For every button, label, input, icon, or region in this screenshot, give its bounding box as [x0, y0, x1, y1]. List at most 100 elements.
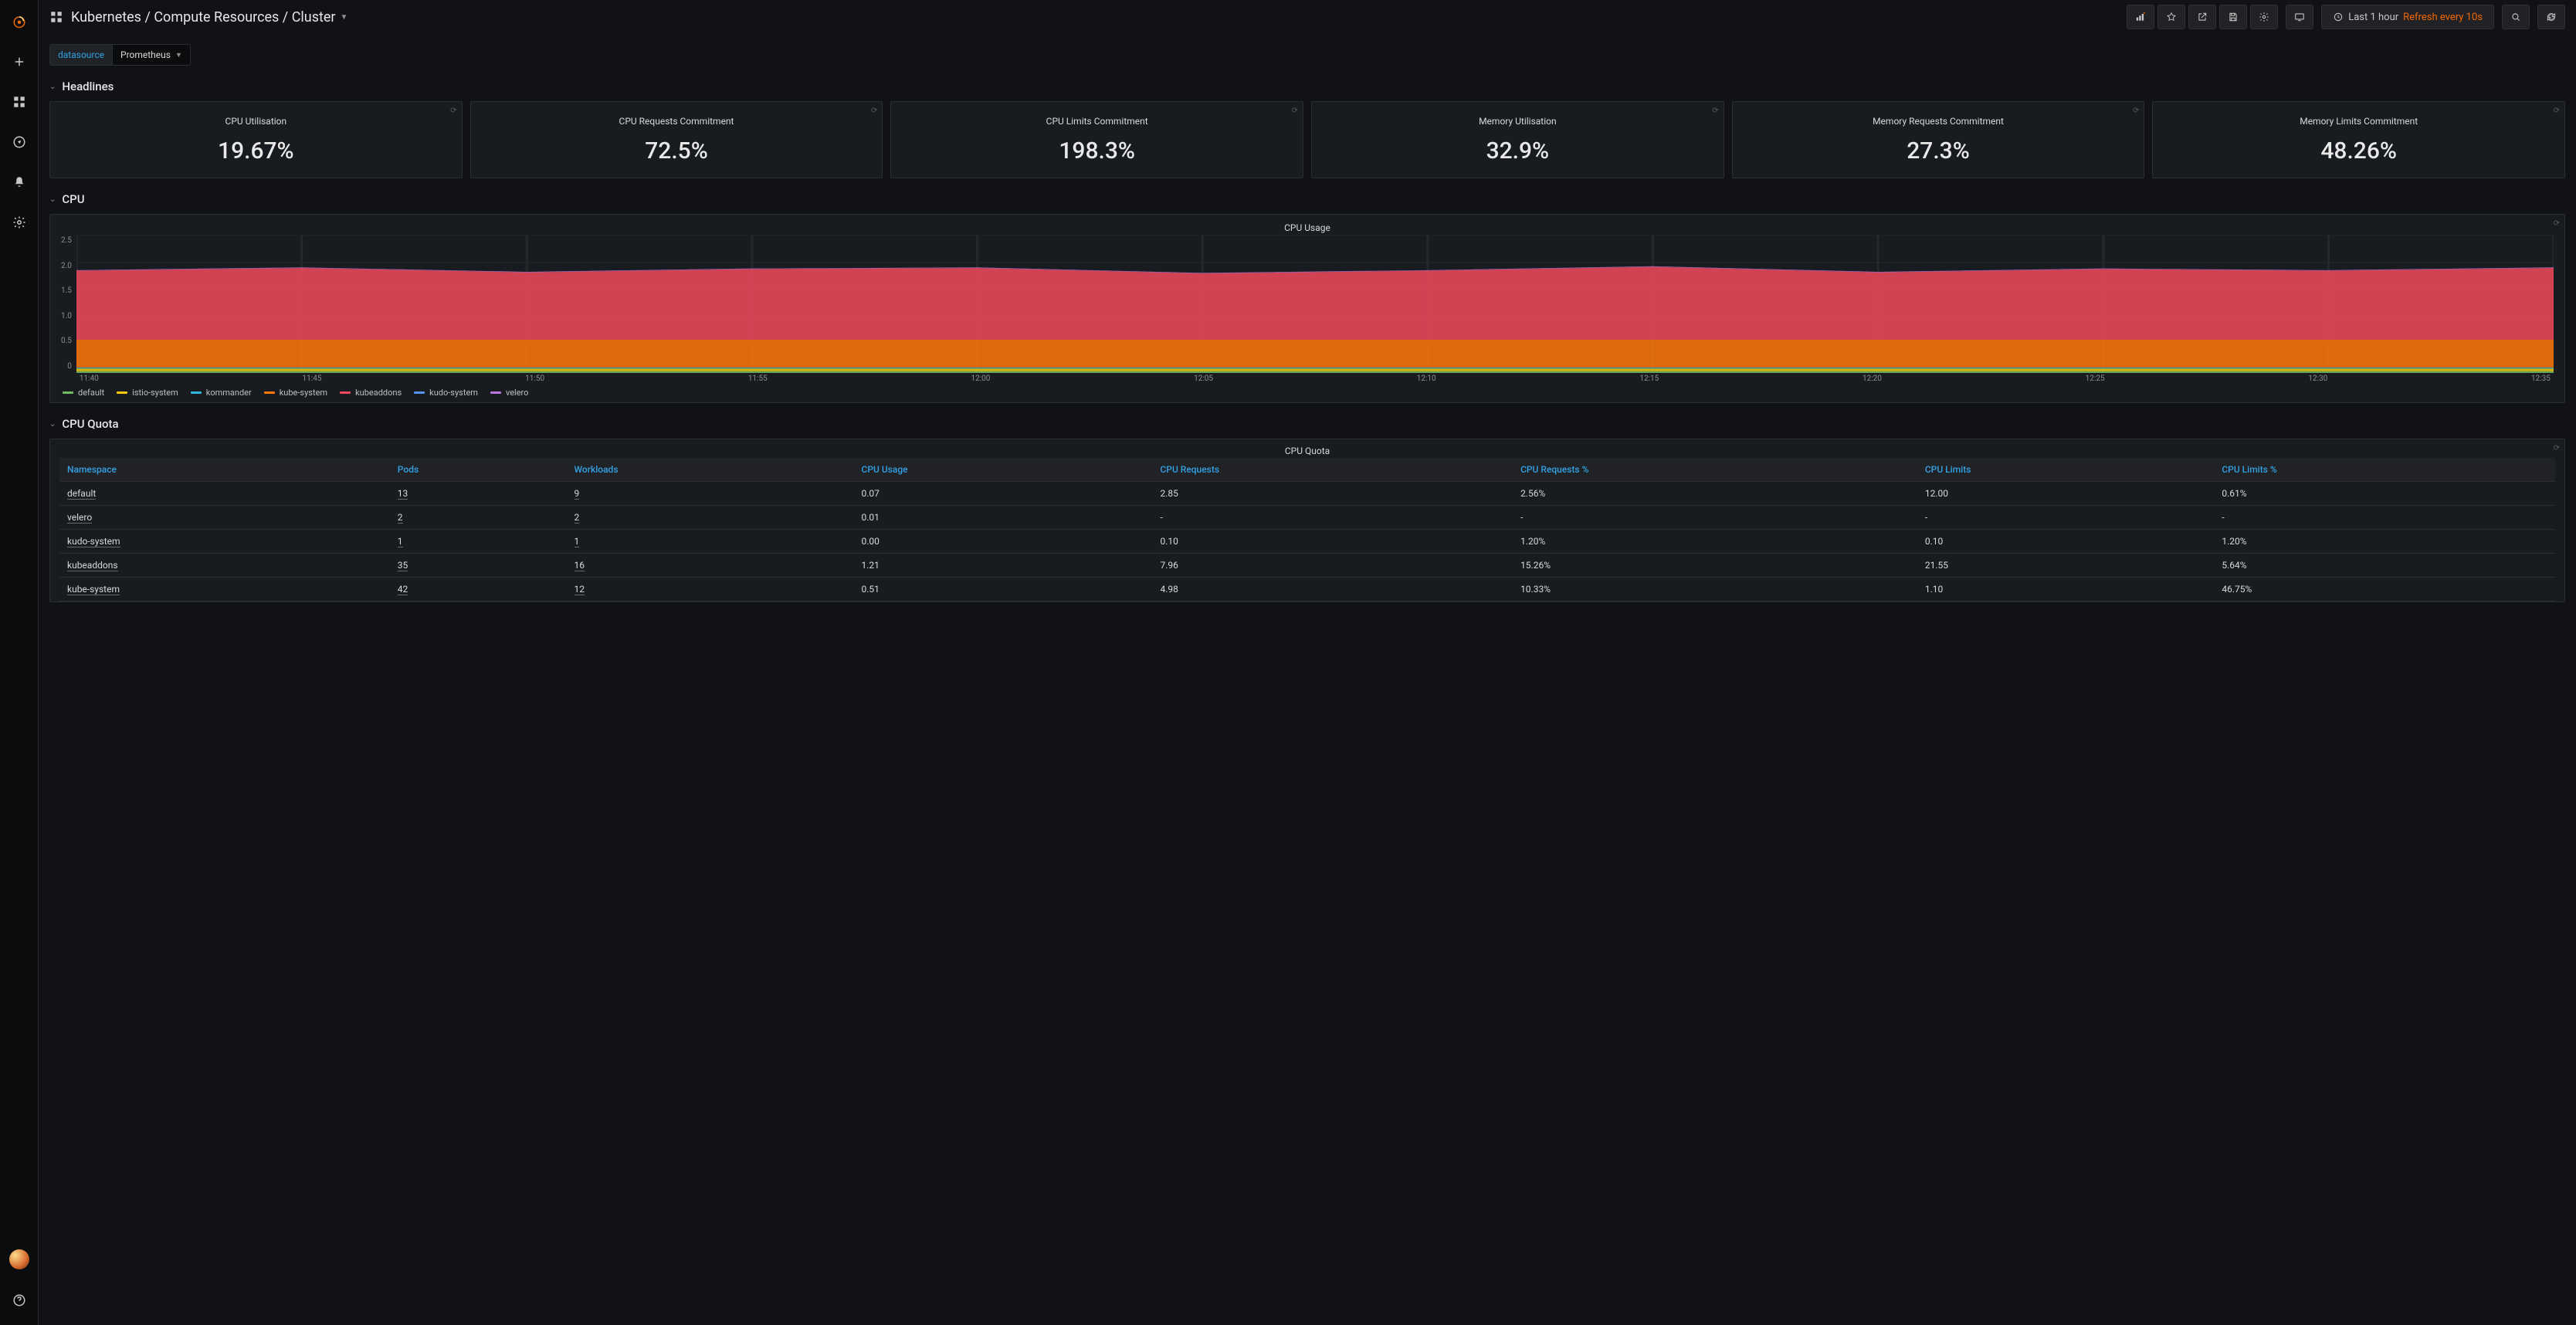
stat-value: 27.3% — [1907, 137, 1970, 164]
tv-mode-button[interactable] — [2286, 5, 2313, 29]
zoom-out-button[interactable] — [2502, 5, 2530, 29]
row-cpu-label: CPU — [62, 192, 84, 206]
cell: 0.07 — [854, 482, 1153, 506]
drilldown-link[interactable]: kube-system — [67, 584, 120, 595]
cpu-quota-panel[interactable]: ⟳ CPU Quota NamespacePodsWorkloadsCPU Us… — [49, 439, 2565, 602]
table-header[interactable]: CPU Requests % — [1513, 458, 1917, 482]
nav-explore[interactable] — [4, 127, 35, 158]
x-tick: 12:05 — [1194, 374, 1213, 383]
settings-button[interactable] — [2250, 5, 2278, 29]
legend-label: default — [78, 388, 104, 398]
drilldown-link[interactable]: kudo-system — [67, 536, 120, 547]
drilldown-link[interactable]: 42 — [398, 584, 408, 595]
drilldown-link[interactable]: 9 — [575, 488, 580, 500]
stat-value: 19.67% — [218, 137, 294, 164]
drilldown-link[interactable]: 12 — [575, 584, 585, 595]
stat-panel-2[interactable]: ⟳CPU Limits Commitment198.3% — [890, 101, 1303, 178]
row-headlines-toggle[interactable]: ⌄ Headlines — [49, 80, 2565, 93]
template-variables: datasource Prometheus ▼ — [49, 44, 2565, 66]
chevron-down-icon: ⌄ — [49, 83, 56, 91]
legend-item[interactable]: velero — [490, 388, 529, 398]
share-button[interactable] — [2188, 5, 2216, 29]
legend-item[interactable]: kube-system — [264, 388, 327, 398]
cell: - — [2214, 506, 2555, 530]
dashboard-title[interactable]: Kubernetes / Compute Resources / Cluster… — [71, 9, 347, 25]
table-header[interactable]: CPU Usage — [854, 458, 1153, 482]
legend-swatch — [414, 391, 425, 394]
user-avatar[interactable] — [9, 1249, 29, 1269]
headline-stats-row: ⟳CPU Utilisation19.67%⟳CPU Requests Comm… — [49, 101, 2565, 178]
drilldown-link[interactable]: 13 — [398, 488, 408, 500]
add-panel-button[interactable] — [2127, 5, 2154, 29]
star-button[interactable] — [2157, 5, 2185, 29]
side-nav — [0, 0, 39, 1325]
legend-item[interactable]: kudo-system — [414, 388, 478, 398]
drilldown-link[interactable]: velero — [67, 512, 92, 524]
nav-dashboards[interactable] — [4, 86, 35, 117]
cpu-plot[interactable] — [76, 235, 2554, 373]
stat-panel-4[interactable]: ⟳Memory Requests Commitment27.3% — [1732, 101, 2145, 178]
table-header[interactable]: CPU Limits — [1917, 458, 2215, 482]
timepicker-button[interactable]: Last 1 hour Refresh every 10s — [2321, 5, 2494, 29]
stat-panel-1[interactable]: ⟳CPU Requests Commitment72.5% — [470, 101, 883, 178]
refresh-button[interactable] — [2537, 5, 2565, 29]
chevron-down-icon: ▼ — [341, 13, 348, 22]
cpu-usage-panel[interactable]: ⟳ CPU Usage 2.52.01.51.00.50 11:4011:451… — [49, 214, 2565, 403]
dashboard-scroll[interactable]: datasource Prometheus ▼ ⌄ Headlines ⟳CPU… — [39, 35, 2576, 1325]
legend-item[interactable]: kommander — [191, 388, 252, 398]
table-header[interactable]: CPU Requests — [1152, 458, 1513, 482]
drilldown-link[interactable]: 1 — [575, 536, 580, 547]
table-header[interactable]: Workloads — [567, 458, 854, 482]
drilldown-link[interactable]: 2 — [398, 512, 403, 524]
cell: - — [1917, 506, 2215, 530]
drilldown-link[interactable]: 35 — [398, 560, 408, 571]
zoom-out-icon — [2510, 12, 2521, 22]
var-datasource-select[interactable]: Prometheus ▼ — [112, 44, 191, 66]
add-panel-icon — [2135, 12, 2146, 22]
grafana-logo[interactable] — [4, 6, 35, 37]
nav-help[interactable] — [4, 1285, 35, 1316]
stat-panel-5[interactable]: ⟳Memory Limits Commitment48.26% — [2152, 101, 2565, 178]
table-header[interactable]: Namespace — [59, 458, 390, 482]
cell: 1.20% — [1513, 530, 1917, 554]
stat-panel-3[interactable]: ⟳Memory Utilisation32.9% — [1311, 101, 1724, 178]
legend-item[interactable]: default — [63, 388, 104, 398]
legend-label: kubeaddons — [355, 388, 402, 398]
row-headlines-label: Headlines — [62, 80, 114, 93]
cell: 0.51 — [854, 578, 1153, 602]
toolbar-buttons — [2127, 5, 2278, 29]
cpu-area-chart — [76, 235, 2554, 373]
legend-item[interactable]: istio-system — [117, 388, 178, 398]
drilldown-link[interactable]: 2 — [575, 512, 580, 524]
star-icon — [2166, 12, 2177, 22]
cpu-usage-title: CPU Usage — [61, 219, 2554, 235]
drilldown-link[interactable]: kubeaddons — [67, 560, 118, 571]
legend-swatch — [340, 391, 351, 394]
legend-item[interactable]: kubeaddons — [340, 388, 402, 398]
row-cpu-toggle[interactable]: ⌄ CPU — [49, 192, 2565, 206]
panel-loading-icon: ⟳ — [871, 107, 877, 115]
save-button[interactable] — [2219, 5, 2247, 29]
nav-create[interactable] — [4, 46, 35, 77]
table-header[interactable]: Pods — [390, 458, 567, 482]
chevron-down-icon: ⌄ — [49, 195, 56, 204]
row-cpu-quota-toggle[interactable]: ⌄ CPU Quota — [49, 417, 2565, 431]
drilldown-link[interactable]: 1 — [398, 536, 403, 547]
drilldown-link[interactable]: default — [67, 488, 96, 500]
compass-icon — [12, 135, 26, 149]
table-row: kube-system42120.514.9810.33%1.1046.75% — [59, 578, 2555, 602]
x-tick: 12:00 — [971, 374, 990, 383]
cell: 1.10 — [1917, 578, 2215, 602]
nav-alerting[interactable] — [4, 167, 35, 198]
x-tick: 12:15 — [1639, 374, 1659, 383]
legend-label: kudo-system — [429, 388, 478, 398]
table-header[interactable]: CPU Limits % — [2214, 458, 2555, 482]
y-tick: 2.5 — [61, 236, 72, 245]
dashboard-grid-icon[interactable] — [49, 10, 63, 24]
cpu-legend: default istio-system kommander kube-system k… — [61, 383, 2554, 399]
cell: 0.61% — [2214, 482, 2555, 506]
drilldown-link[interactable]: 16 — [575, 560, 585, 571]
stat-panel-0[interactable]: ⟳CPU Utilisation19.67% — [49, 101, 463, 178]
nav-configuration[interactable] — [4, 207, 35, 238]
legend-swatch — [63, 391, 73, 394]
